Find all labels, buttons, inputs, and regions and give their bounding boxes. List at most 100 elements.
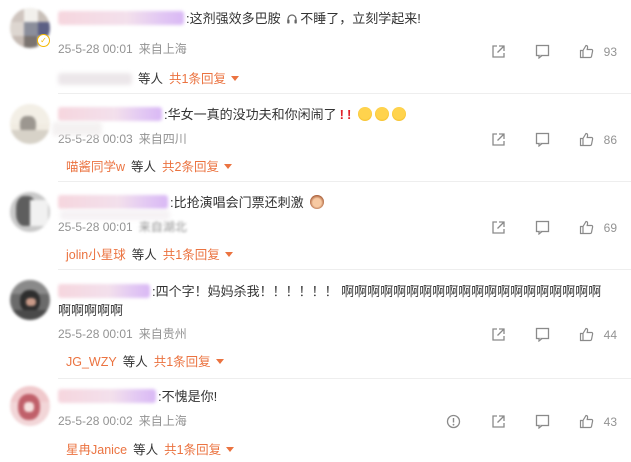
- share-icon[interactable]: [491, 414, 506, 430]
- divider: [58, 378, 631, 379]
- comment-text: :比抢演唱会门票还刺激: [170, 195, 304, 210]
- thumbs-up-icon: [580, 327, 594, 341]
- comment-icon[interactable]: [535, 44, 550, 60]
- comment-location: 来自四川: [138, 132, 187, 146]
- replies-link[interactable]: 共2条回复: [162, 160, 219, 174]
- divider: [58, 269, 631, 270]
- share-icon[interactable]: [491, 132, 506, 148]
- comment-text-line: :四个字！妈妈杀我！！！！！！ 啊啊啊啊啊啊啊啊啊啊啊啊啊啊啊啊啊啊啊啊 啊啊啊…: [58, 282, 613, 320]
- username-blurred[interactable]: [58, 389, 156, 403]
- replies-mid: 等人: [133, 443, 159, 457]
- comment-item: ✓ :这剂强效多巴胺 不睡了，立刻学起来! 25-5-28 00:01 来自上海 …: [0, 8, 631, 94]
- comment-actions: 44: [465, 326, 617, 343]
- replies-summary: jolin小星球 等人 共1条回复: [66, 247, 233, 263]
- comment-date: 25-5-28 00:01: [58, 220, 133, 234]
- replies-mid: 等人: [138, 72, 164, 86]
- comment-location: 来自上海: [138, 414, 187, 428]
- username-blurred[interactable]: [58, 284, 150, 298]
- like-count: 86: [603, 132, 617, 147]
- like-button[interactable]: 44: [579, 327, 617, 343]
- replies-link[interactable]: 共1条回复: [169, 72, 226, 86]
- share-icon[interactable]: [491, 327, 506, 343]
- headphones-icon: [286, 12, 298, 30]
- exclamation-icon: !: [339, 107, 344, 122]
- avatar[interactable]: [10, 192, 50, 232]
- chevron-down-icon[interactable]: [224, 164, 232, 169]
- like-count: 69: [603, 220, 617, 235]
- reply-user[interactable]: JG_WZY: [66, 355, 117, 369]
- comment-text-shout: 啊啊啊啊啊啊啊啊啊啊啊啊啊啊啊啊啊啊啊啊: [341, 284, 602, 299]
- like-button[interactable]: 86: [579, 132, 617, 148]
- comment-actions: 86: [465, 131, 617, 148]
- chevron-down-icon[interactable]: [215, 359, 224, 364]
- crying-face-emoji: [357, 107, 372, 121]
- replies-mid: 等人: [122, 355, 148, 369]
- comment-text-continued: 不睡了，立刻学起来!: [300, 11, 421, 26]
- comment-icon[interactable]: [535, 220, 550, 236]
- share-icon[interactable]: [491, 44, 506, 60]
- replies-mid: 等人: [131, 160, 157, 174]
- thumbs-up-icon: [580, 414, 594, 428]
- comment-text: :不愧是你!: [158, 389, 218, 404]
- replies-summary: 喵酱同学w 等人 共2条回复: [66, 159, 232, 175]
- comment-meta: 25-5-28 00:02 来自上海: [58, 413, 187, 429]
- comment-meta: 25-5-28 00:01 来自湖北: [58, 219, 187, 235]
- comment-icon[interactable]: [535, 327, 550, 343]
- username-blurred[interactable]: [58, 107, 162, 121]
- thumbs-up-icon: [580, 220, 594, 234]
- comment-date: 25-5-28 00:01: [58, 42, 133, 56]
- like-button[interactable]: 69: [579, 220, 617, 236]
- blurred-overlay: [60, 210, 170, 220]
- comment-text-line: :华女一真的没功夫和你闲闹了!!: [58, 106, 406, 124]
- reply-user[interactable]: 喵酱同学w: [66, 160, 125, 174]
- comment-icon[interactable]: [535, 414, 550, 430]
- replies-link[interactable]: 共1条回复: [154, 355, 211, 369]
- replies-summary: JG_WZY 等人 共1条回复: [66, 354, 224, 370]
- replies-link[interactable]: 共1条回复: [164, 443, 221, 457]
- reply-user[interactable]: 星冉Janice: [66, 443, 127, 457]
- comment-text-line: :这剂强效多巴胺 不睡了，立刻学起来!: [58, 10, 421, 30]
- username-blurred[interactable]: [58, 195, 168, 209]
- comment-meta: 25-5-28 00:01 来自贵州: [58, 326, 187, 342]
- chevron-down-icon[interactable]: [230, 76, 239, 81]
- reply-user-blurred: [58, 73, 132, 85]
- thumbs-up-icon: [580, 132, 594, 146]
- reply-user[interactable]: jolin小星球: [66, 248, 126, 262]
- verified-badge-icon: ✓: [37, 34, 50, 47]
- comment-icon[interactable]: [535, 132, 550, 148]
- comment-item: :比抢演唱会门票还刺激 25-5-28 00:01 来自湖北 69 jolin小星…: [0, 192, 631, 270]
- divider: [58, 93, 631, 94]
- crying-face-emoji: [374, 107, 389, 121]
- replies-summary: 星冉Janice 等人 共1条回复: [66, 442, 235, 458]
- chevron-down-icon[interactable]: [224, 252, 233, 257]
- avatar[interactable]: [10, 104, 50, 144]
- like-button[interactable]: 93: [579, 44, 617, 60]
- comment-text: :这剂强效多巴胺: [186, 11, 281, 26]
- comment-meta: 25-5-28 00:01 来自上海: [58, 41, 187, 57]
- comment-item: :四个字！妈妈杀我！！！！！！ 啊啊啊啊啊啊啊啊啊啊啊啊啊啊啊啊啊啊啊啊 啊啊啊…: [0, 280, 631, 380]
- avatar[interactable]: [10, 280, 50, 320]
- replies-link[interactable]: 共1条回复: [163, 248, 220, 262]
- replies-summary: 等人 共1条回复: [58, 71, 239, 87]
- like-count: 93: [603, 44, 617, 59]
- share-icon[interactable]: [491, 220, 506, 236]
- avatar[interactable]: [10, 386, 50, 426]
- report-icon[interactable]: [446, 414, 461, 430]
- comment-text: :华女一真的没功夫和你闲闹了: [164, 107, 337, 122]
- crying-face-emoji: [391, 107, 406, 121]
- replies-mid: 等人: [131, 248, 157, 262]
- comment-actions: 43: [420, 413, 617, 430]
- comment-text-line: :不愧是你!: [58, 388, 217, 406]
- like-button[interactable]: 43: [579, 414, 617, 430]
- like-count: 43: [603, 414, 617, 429]
- blurred-overlay: [52, 122, 102, 136]
- comment-date: 25-5-28 00:01: [58, 327, 133, 341]
- username-blurred[interactable]: [58, 11, 184, 25]
- comment-item: :华女一真的没功夫和你闲闹了!! 25-5-28 00:03 来自四川 86 喵酱…: [0, 104, 631, 182]
- comment-location: 来自湖北: [138, 220, 187, 234]
- comment-actions: 93: [465, 43, 617, 60]
- comment-text-shout-continued: 啊啊啊啊啊: [58, 303, 124, 318]
- chevron-down-icon[interactable]: [226, 447, 235, 452]
- comment-location: 来自上海: [138, 42, 187, 56]
- comment-date: 25-5-28 00:02: [58, 414, 133, 428]
